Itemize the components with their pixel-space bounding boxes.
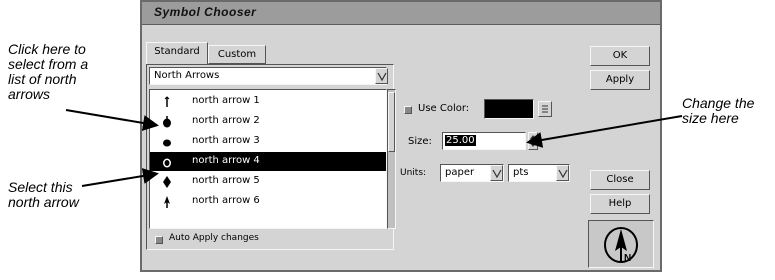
size-label: Size: (408, 136, 432, 147)
symbol-panel: North Arrows north arrow 1 north arrow 2… (146, 64, 396, 250)
auto-apply-label: Auto Apply changes (169, 233, 259, 243)
dropdown-value: North Arrows (154, 70, 220, 81)
dropdown-arrow-button[interactable] (375, 68, 388, 84)
title-bar: Symbol Chooser (142, 2, 660, 25)
chevron-down-icon (377, 72, 387, 82)
callout-line: Select this (8, 179, 73, 195)
chevron-down-icon (492, 169, 502, 179)
callout-line: select from a (8, 56, 89, 72)
north-arrow-6-icon (164, 196, 170, 208)
callout-line: Change the (682, 95, 755, 111)
units2-value: pts (513, 167, 529, 178)
ok-button[interactable]: OK (590, 46, 650, 66)
color-picker-button[interactable] (538, 101, 552, 117)
symbol-preview: N (588, 220, 654, 268)
use-color-checkbox[interactable] (404, 106, 412, 114)
tab-label: Custom (217, 49, 257, 60)
stepper-arrows-icon (530, 135, 536, 147)
list-item-label: north arrow 2 (192, 115, 260, 126)
tab-label: Standard (154, 46, 200, 57)
list-item-label: north arrow 5 (192, 175, 260, 186)
auto-apply-checkbox[interactable] (155, 236, 163, 244)
dialog-title: Symbol Chooser (154, 5, 257, 19)
list-item-label: north arrow 4 (192, 155, 260, 166)
category-dropdown[interactable]: North Arrows (149, 67, 387, 85)
symbol-chooser-dialog: Symbol Chooser Standard Custom North Arr… (140, 0, 662, 272)
list-item[interactable]: north arrow 1 (150, 92, 386, 111)
apply-button[interactable]: Apply (590, 70, 650, 90)
close-button[interactable]: Close (590, 170, 650, 190)
units2-dropdown-arrow[interactable] (556, 165, 569, 181)
callout-line: arrows (8, 86, 51, 102)
scrollbar-thumb[interactable] (388, 92, 395, 152)
units-value: paper (445, 167, 475, 178)
use-color-label: Use Color: (418, 103, 470, 114)
north-arrow-2-icon (163, 116, 171, 128)
callout-change-size: Change the size here (682, 96, 772, 126)
north-arrow-preview-icon: N (604, 227, 638, 264)
list-item-label: north arrow 1 (192, 95, 260, 106)
callout-line: size here (682, 110, 739, 126)
close-label: Close (606, 174, 634, 185)
list-item-label: north arrow 6 (192, 195, 260, 206)
color-swatch[interactable] (484, 99, 534, 119)
size-value: 25.00 (445, 135, 476, 146)
ok-label: OK (612, 50, 628, 61)
list-item[interactable]: north arrow 5 (150, 172, 386, 191)
apply-label: Apply (605, 74, 635, 85)
callout-line: Click here to (8, 41, 86, 57)
list-scrollbar[interactable] (387, 89, 396, 229)
help-label: Help (608, 198, 632, 209)
callout-line: list of north (8, 71, 77, 87)
callout-select-list: Click here to select from a list of nort… (8, 42, 138, 102)
north-arrow-5-icon (163, 176, 171, 188)
list-item-selected[interactable]: north arrow 4 (150, 152, 386, 171)
help-button[interactable]: Help (590, 194, 650, 214)
menu-icon (542, 105, 548, 113)
symbol-list: north arrow 1 north arrow 2 north arrow … (149, 89, 387, 229)
tab-standard[interactable]: Standard (146, 42, 208, 64)
north-arrow-1-icon (164, 96, 170, 107)
size-input[interactable]: 25.00 (442, 132, 526, 150)
units-label: Units: (400, 168, 427, 178)
callout-line: north arrow (8, 194, 79, 210)
callout-select-arrow: Select this north arrow (8, 180, 138, 210)
svg-text:N: N (624, 253, 631, 264)
tab-custom[interactable]: Custom (208, 45, 266, 64)
size-stepper[interactable] (528, 132, 538, 150)
list-item[interactable]: north arrow 3 (150, 132, 386, 151)
list-item-label: north arrow 3 (192, 135, 260, 146)
list-item[interactable]: north arrow 6 (150, 192, 386, 211)
units-dropdown-arrow[interactable] (490, 165, 503, 181)
list-item[interactable]: north arrow 2 (150, 112, 386, 131)
north-arrow-3-icon (163, 139, 171, 147)
chevron-down-icon (558, 169, 568, 179)
north-arrow-4-icon (163, 158, 171, 168)
